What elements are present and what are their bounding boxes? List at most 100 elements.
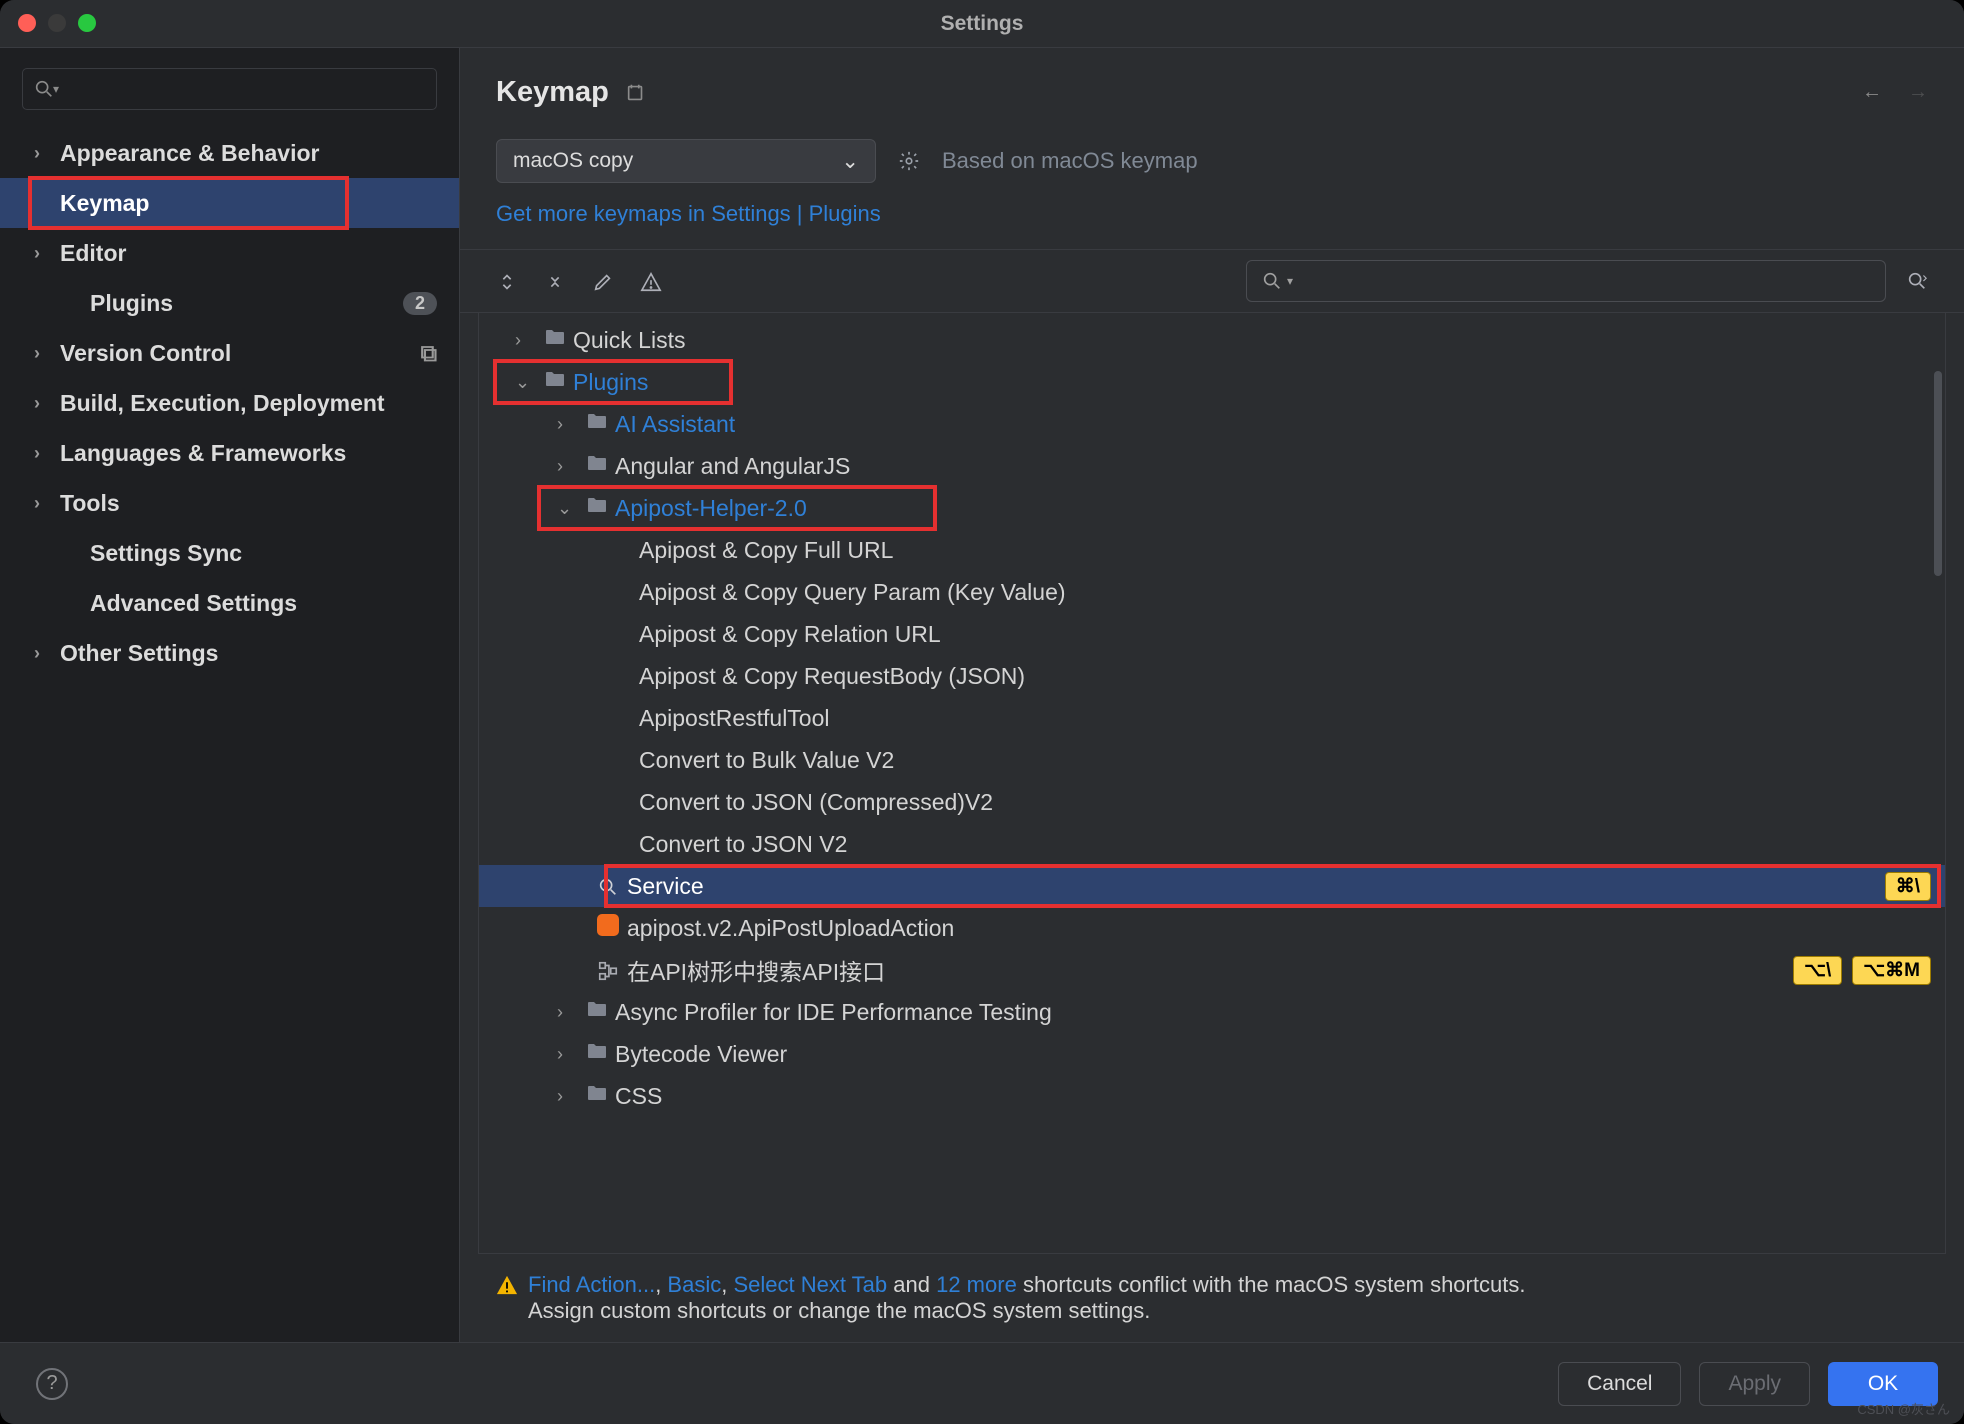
nav-label: Version Control — [60, 340, 231, 367]
nav-label: Plugins — [90, 290, 173, 317]
sidebar-item-languages-frameworks[interactable]: ›Languages & Frameworks — [0, 428, 459, 478]
help-button[interactable]: ? — [36, 1368, 68, 1400]
warning-filter-icon[interactable] — [640, 268, 662, 294]
keymap-select-value: macOS copy — [513, 149, 633, 173]
expand-collapse-icon[interactable] — [496, 268, 518, 294]
tree-node-label: Convert to JSON V2 — [639, 831, 847, 858]
search-history-icon[interactable]: ▾ — [53, 82, 59, 96]
minimize-icon[interactable] — [48, 14, 66, 32]
gear-icon[interactable] — [898, 150, 920, 173]
chevron-right-icon: › — [34, 393, 60, 414]
tree-node[interactable]: Apipost & Copy Full URL — [479, 529, 1945, 571]
sidebar-item-advanced-settings[interactable]: Advanced Settings — [0, 578, 459, 628]
tree-node-label: 在API树形中搜索API接口 — [627, 953, 885, 987]
close-icon[interactable] — [18, 14, 36, 32]
chevron-right-icon: › — [34, 243, 60, 264]
tree-node[interactable]: › Async Profiler for IDE Performance Test… — [479, 991, 1945, 1033]
tree-node-label: Service — [627, 873, 704, 900]
zoom-icon[interactable] — [78, 14, 96, 32]
tree-node-label: CSS — [615, 1083, 662, 1110]
chevron-right-icon: › — [34, 143, 60, 164]
tree-node-label: AI Assistant — [615, 411, 735, 438]
chevron-down-icon: ⌄ — [515, 372, 543, 393]
tree-node[interactable]: Apipost & Copy Relation URL — [479, 613, 1945, 655]
scrollbar-thumb[interactable] — [1934, 371, 1942, 576]
sidebar-item-settings-sync[interactable]: Settings Sync — [0, 528, 459, 578]
get-more-keymaps-link[interactable]: Get more keymaps in Settings | Plugins — [460, 191, 1964, 249]
plugin-icon — [597, 914, 627, 942]
popout-icon: ⧉ — [421, 340, 437, 367]
tree-node[interactable]: Service⌘\ — [479, 865, 1945, 907]
nav-label: Other Settings — [60, 640, 218, 667]
tree-node[interactable]: ⌄Apipost-Helper-2.0 — [479, 487, 1945, 529]
tree-node-label: Bytecode Viewer — [615, 1041, 787, 1068]
nav-label: Keymap — [60, 190, 149, 217]
settings-window: Settings ▾ ›Appearance & Behavior Keymap ›… — [0, 0, 1964, 1424]
nav-label: Tools — [60, 490, 120, 517]
tree-node-label: Convert to JSON (Compressed)V2 — [639, 789, 993, 816]
tree-node[interactable]: ›Angular and AngularJS — [479, 445, 1945, 487]
warning-icon — [496, 1274, 518, 1302]
tree-search-input[interactable]: ▾ — [1246, 260, 1886, 302]
sidebar-search-input[interactable]: ▾ — [22, 68, 437, 110]
conflict-warning: Find Action..., Basic, Select Next Tab a… — [460, 1254, 1964, 1342]
tree-node[interactable]: ApipostRestfulTool — [479, 697, 1945, 739]
tree-node-label: Apipost & Copy Query Param (Key Value) — [639, 579, 1066, 606]
search-icon — [597, 873, 627, 900]
tree-node[interactable]: ›CSS — [479, 1075, 1945, 1117]
keymap-tree[interactable]: ›Quick Lists ⌄ Plugins › AI Assistant ›Angula… — [478, 313, 1946, 1254]
conflict-link-2[interactable]: Basic — [667, 1272, 721, 1297]
tree-node[interactable]: Apipost & Copy Query Param (Key Value) — [479, 571, 1945, 613]
traffic-lights — [18, 14, 96, 32]
folder-icon — [585, 997, 615, 1027]
sidebar-item-keymap[interactable]: Keymap — [0, 178, 459, 228]
nav-label: Editor — [60, 240, 126, 267]
chevron-right-icon: › — [557, 456, 585, 477]
settings-nav: ›Appearance & BehaviorKeymap›EditorPlugi… — [0, 128, 459, 678]
collapse-all-icon[interactable] — [544, 268, 566, 294]
tree-node-label: Plugins — [573, 369, 648, 396]
tree-icon — [597, 957, 627, 984]
sidebar-item-tools[interactable]: ›Tools — [0, 478, 459, 528]
tree-node-label: Apipost & Copy Relation URL — [639, 621, 941, 648]
conflict-link-1[interactable]: Find Action... — [528, 1272, 655, 1297]
tree-node[interactable]: Apipost & Copy RequestBody (JSON) — [479, 655, 1945, 697]
tree-node[interactable]: apipost.v2.ApiPostUploadAction — [479, 907, 1945, 949]
chevron-right-icon: › — [557, 1002, 585, 1023]
tree-node[interactable]: Convert to JSON V2 — [479, 823, 1945, 865]
chevron-right-icon: › — [557, 414, 585, 435]
tree-node[interactable]: › AI Assistant — [479, 403, 1945, 445]
page-header: Keymap ← → — [460, 48, 1964, 115]
tree-node[interactable]: ›Quick Lists — [479, 319, 1945, 361]
find-shortcut-icon[interactable] — [1906, 270, 1928, 293]
sidebar-item-editor[interactable]: ›Editor — [0, 228, 459, 278]
chevron-right-icon: › — [515, 330, 543, 351]
dialog-footer: ? Cancel Apply OK — [0, 1342, 1964, 1424]
folder-icon — [543, 325, 573, 355]
keymap-select[interactable]: macOS copy ⌄ — [496, 139, 876, 183]
cancel-button[interactable]: Cancel — [1558, 1362, 1681, 1406]
watermark: CSDN @灰さん — [1857, 1399, 1950, 1418]
tree-node-label: Async Profiler for IDE Performance Testi… — [615, 999, 1052, 1026]
tree-node[interactable]: ›Bytecode Viewer — [479, 1033, 1945, 1075]
tree-node[interactable]: Convert to Bulk Value V2 — [479, 739, 1945, 781]
tree-node[interactable]: Convert to JSON (Compressed)V2 — [479, 781, 1945, 823]
edit-icon[interactable] — [592, 268, 614, 294]
shortcut-badge: ⌥⌘M — [1852, 956, 1931, 985]
sidebar-item-other-settings[interactable]: ›Other Settings — [0, 628, 459, 678]
tree-node[interactable]: ⌄ Plugins — [479, 361, 1945, 403]
titlebar: Settings — [0, 0, 1964, 48]
nav-back-icon[interactable]: ← — [1862, 81, 1882, 104]
reset-icon[interactable] — [625, 81, 647, 104]
tree-node[interactable]: 在API树形中搜索API接口⌥\⌥⌘M — [479, 949, 1945, 991]
conflict-link-3[interactable]: Select Next Tab — [733, 1272, 887, 1297]
sidebar-item-appearance-behavior[interactable]: ›Appearance & Behavior — [0, 128, 459, 178]
folder-icon — [585, 451, 615, 481]
tree-node-label: Apipost & Copy Full URL — [639, 537, 893, 564]
sidebar-item-build-execution-deployment[interactable]: ›Build, Execution, Deployment — [0, 378, 459, 428]
tree-node-label: apipost.v2.ApiPostUploadAction — [627, 915, 954, 942]
conflict-more-link[interactable]: 12 more — [936, 1272, 1017, 1297]
sidebar-item-plugins[interactable]: Plugins2 — [0, 278, 459, 328]
sidebar-item-version-control[interactable]: ›Version Control⧉ — [0, 328, 459, 378]
folder-icon — [585, 1081, 615, 1111]
